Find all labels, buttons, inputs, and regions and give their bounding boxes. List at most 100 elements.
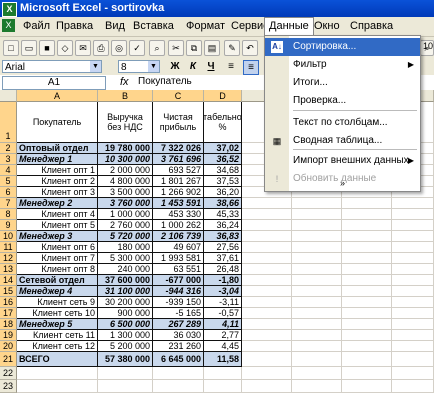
cell-profit[interactable]: -677 000 (153, 275, 204, 286)
row-header[interactable]: 2 (0, 143, 17, 154)
cell[interactable] (242, 308, 292, 319)
menu-format[interactable]: Формат (182, 18, 229, 34)
cell[interactable] (392, 286, 434, 297)
cell[interactable] (392, 341, 434, 352)
cell-margin[interactable]: -0,57 (204, 308, 242, 319)
cell-revenue[interactable]: 1 000 000 (98, 209, 153, 220)
cell-revenue[interactable]: 2 760 000 (98, 220, 153, 231)
cell[interactable] (292, 380, 342, 393)
cell[interactable] (342, 297, 392, 308)
cell-margin[interactable]: 34,68 (204, 165, 242, 176)
cell[interactable] (292, 275, 342, 286)
cell-profit[interactable]: -944 316 (153, 286, 204, 297)
menu-item-validation[interactable]: Проверка... (265, 92, 420, 110)
cell[interactable] (292, 198, 342, 209)
cell-margin[interactable]: 37,61 (204, 253, 242, 264)
row-header[interactable]: 5 (0, 176, 17, 187)
cell-margin[interactable]: 36,20 (204, 187, 242, 198)
cell-buyer[interactable]: ВСЕГО (17, 352, 98, 367)
cell-margin[interactable]: 27,56 (204, 242, 242, 253)
spelling-icon[interactable]: ✓ (129, 40, 145, 56)
cell[interactable] (342, 231, 392, 242)
cell-revenue[interactable]: 2 000 000 (98, 165, 153, 176)
cell[interactable] (392, 308, 434, 319)
cell[interactable] (242, 319, 292, 330)
cell[interactable] (392, 297, 434, 308)
cell[interactable] (392, 380, 434, 393)
cell[interactable] (204, 380, 242, 393)
cell-buyer[interactable]: Клиент сеть 12 (17, 341, 98, 352)
cell[interactable] (17, 380, 98, 393)
cell[interactable] (342, 352, 392, 367)
cell[interactable] (342, 308, 392, 319)
cell-profit[interactable]: 1 453 591 (153, 198, 204, 209)
underline-button[interactable]: Ч (204, 60, 218, 73)
format-painter-icon[interactable]: ✎ (224, 40, 240, 56)
cell[interactable] (242, 286, 292, 297)
menu-item-text-to-columns[interactable]: Текст по столбцам... (265, 114, 420, 132)
row-header[interactable]: 23 (0, 380, 17, 393)
name-box[interactable]: A1 (2, 76, 106, 90)
permission-icon[interactable]: ◇ (57, 40, 73, 56)
cell[interactable] (392, 264, 434, 275)
cell[interactable] (242, 264, 292, 275)
cell[interactable] (242, 352, 292, 367)
formula-input[interactable]: Покупатель (138, 76, 192, 88)
cell[interactable] (342, 380, 392, 393)
cell[interactable] (392, 198, 434, 209)
open-icon[interactable]: ▭ (21, 40, 37, 56)
cell-margin[interactable]: -3,04 (204, 286, 242, 297)
cell-buyer[interactable]: Клиент опт 1 (17, 165, 98, 176)
cell[interactable] (292, 367, 342, 380)
cell[interactable] (242, 220, 292, 231)
cell[interactable] (292, 319, 342, 330)
cell-buyer[interactable]: Менеджер 4 (17, 286, 98, 297)
cell[interactable] (292, 209, 342, 220)
cell-profit[interactable]: 231 260 (153, 341, 204, 352)
cell-revenue[interactable]: 57 380 000 (98, 352, 153, 367)
cell[interactable] (342, 341, 392, 352)
cell-buyer[interactable]: Клиент сеть 10 (17, 308, 98, 319)
cell-margin[interactable]: 26,48 (204, 264, 242, 275)
menu-item-subtotals[interactable]: Итоги... (265, 74, 420, 92)
row-header[interactable]: 17 (0, 308, 17, 319)
bold-button[interactable]: Ж (168, 60, 182, 73)
email-icon[interactable]: ✉ (75, 40, 91, 56)
cell[interactable] (392, 231, 434, 242)
cell[interactable] (242, 367, 292, 380)
cell-buyer[interactable]: Менеджер 1 (17, 154, 98, 165)
cell-profit[interactable]: 63 551 (153, 264, 204, 275)
cell-revenue[interactable]: 31 100 000 (98, 286, 153, 297)
cell-buyer[interactable]: Клиент опт 4 (17, 209, 98, 220)
cell-buyer[interactable]: Сетевой отдел (17, 275, 98, 286)
cell-profit[interactable]: 36 030 (153, 330, 204, 341)
cell-margin[interactable]: 4,45 (204, 341, 242, 352)
cell-profit[interactable]: 3 761 696 (153, 154, 204, 165)
cell-profit[interactable]: 1 801 267 (153, 176, 204, 187)
row-header[interactable]: 8 (0, 209, 17, 220)
chevron-down-icon[interactable]: ▼ (90, 61, 101, 72)
paste-icon[interactable]: ▤ (204, 40, 220, 56)
cell-profit[interactable]: 1 993 581 (153, 253, 204, 264)
row-header[interactable]: 11 (0, 242, 17, 253)
cell-revenue[interactable]: 5 200 000 (98, 341, 153, 352)
cell[interactable] (242, 341, 292, 352)
workbook-icon[interactable]: X (2, 19, 15, 32)
cell[interactable] (342, 330, 392, 341)
cell[interactable] (292, 253, 342, 264)
cell-revenue[interactable]: 30 200 000 (98, 297, 153, 308)
cell[interactable] (342, 286, 392, 297)
row-header[interactable]: 4 (0, 165, 17, 176)
cell[interactable] (242, 209, 292, 220)
header-profit[interactable]: Чистая прибыль (153, 102, 204, 143)
undo-icon[interactable]: ↶ (242, 40, 258, 56)
copy-icon[interactable]: ⧉ (186, 40, 202, 56)
select-all-corner[interactable] (0, 90, 17, 102)
cell-revenue[interactable]: 4 800 000 (98, 176, 153, 187)
cell-margin[interactable]: 11,58 (204, 352, 242, 367)
row-header[interactable]: 22 (0, 367, 17, 380)
column-header-d[interactable]: D (204, 90, 242, 102)
cell[interactable] (242, 330, 292, 341)
cell[interactable] (242, 275, 292, 286)
cell-profit[interactable]: 453 330 (153, 209, 204, 220)
